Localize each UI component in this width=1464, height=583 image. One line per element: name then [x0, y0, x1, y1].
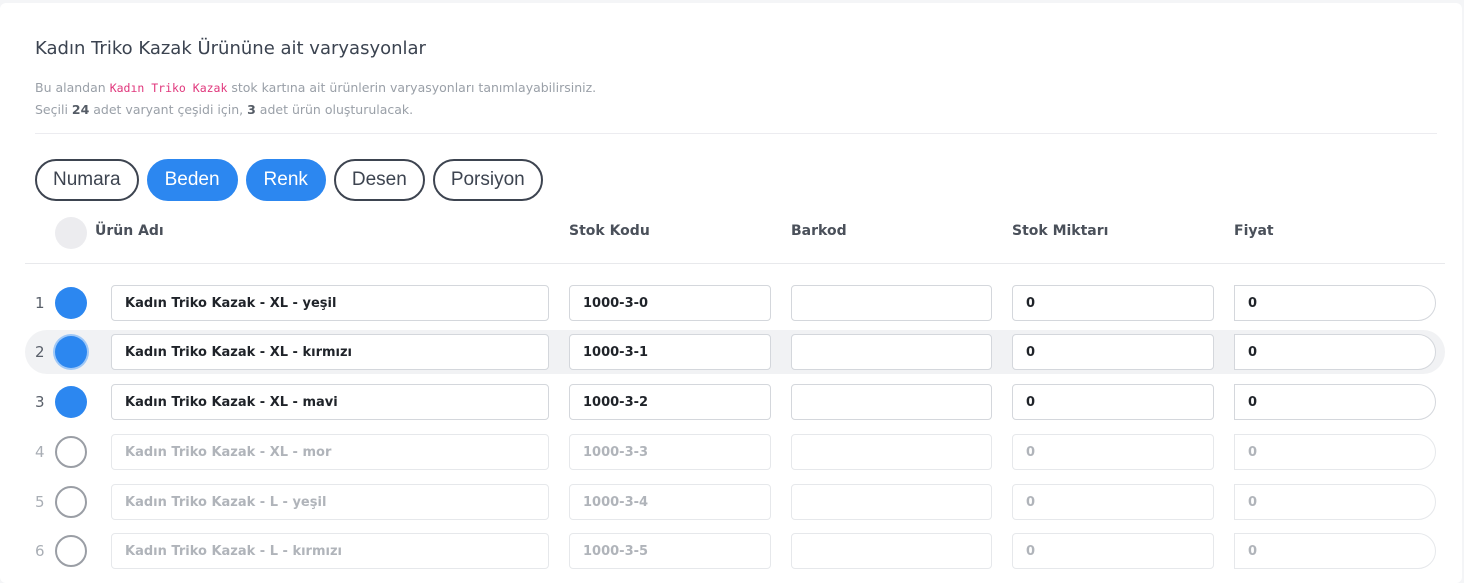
product-name-input[interactable] [111, 384, 549, 420]
column-header-price: Fiyat [1234, 223, 1274, 239]
product-count: 3 [247, 102, 256, 117]
barcode-input[interactable] [791, 334, 992, 370]
product-name-input[interactable] [111, 285, 549, 321]
stock-quantity-input[interactable] [1012, 533, 1214, 569]
desc-text: stok kartına ait ürünlerin varyasyonları… [227, 80, 597, 95]
variant-count: 24 [71, 102, 90, 117]
table-row: 5 [25, 480, 1445, 524]
barcode-input[interactable] [791, 434, 992, 470]
product-name-input[interactable] [111, 434, 549, 470]
row-number: 3 [35, 393, 45, 411]
row-select-toggle[interactable] [55, 336, 87, 368]
filter-chip-renk[interactable]: Renk [245, 159, 326, 201]
price-input[interactable] [1234, 434, 1436, 470]
barcode-input[interactable] [791, 285, 992, 321]
row-select-toggle[interactable] [55, 486, 87, 518]
page-title: Kadın Triko Kazak Ürününe ait varyasyonl… [35, 38, 426, 59]
desc-text: adet varyant çeşidi için, [89, 102, 248, 117]
page-description: Bu alandan Kadın Triko Kazak stok kartın… [35, 77, 596, 120]
sku-input[interactable] [569, 484, 771, 520]
sku-input[interactable] [569, 384, 771, 420]
stock-quantity-input[interactable] [1012, 484, 1214, 520]
desc-text: Bu alandan [35, 80, 110, 95]
filter-chip-desen[interactable]: Desen [333, 159, 425, 201]
price-input[interactable] [1234, 285, 1436, 321]
description-line-2: Seçili 24 adet varyant çeşidi için, 3 ad… [35, 99, 596, 120]
price-input[interactable] [1234, 533, 1436, 569]
sku-input[interactable] [569, 533, 771, 569]
row-select-toggle[interactable] [55, 287, 87, 319]
table-row: 3 [25, 380, 1445, 424]
row-number: 5 [35, 493, 45, 511]
sku-input[interactable] [569, 434, 771, 470]
row-number: 6 [35, 542, 45, 560]
product-name-input[interactable] [111, 484, 549, 520]
table-row: 2 [25, 330, 1445, 374]
table-row: 6 [25, 529, 1445, 573]
price-input[interactable] [1234, 384, 1436, 420]
sku-input[interactable] [569, 285, 771, 321]
desc-text: adet ürün oluşturulacak. [255, 102, 414, 117]
table-row: 1 [25, 281, 1445, 325]
barcode-input[interactable] [791, 533, 992, 569]
row-select-toggle[interactable] [55, 535, 87, 567]
filter-chip-numara[interactable]: Numara [35, 159, 139, 201]
product-name-code: Kadın Triko Kazak [109, 81, 228, 95]
filter-chip-beden[interactable]: Beden [146, 159, 238, 201]
barcode-input[interactable] [791, 384, 992, 420]
row-select-toggle[interactable] [55, 436, 87, 468]
product-name-input[interactable] [111, 533, 549, 569]
sku-input[interactable] [569, 334, 771, 370]
column-header-barcode: Barkod [791, 223, 847, 239]
column-header-sku: Stok Kodu [569, 223, 650, 239]
column-header-name: Ürün Adı [95, 223, 164, 239]
column-header-stock: Stok Miktarı [1012, 223, 1109, 239]
table-row: 4 [25, 430, 1445, 474]
row-number: 4 [35, 443, 45, 461]
stock-quantity-input[interactable] [1012, 334, 1214, 370]
price-input[interactable] [1234, 334, 1436, 370]
desc-text: Seçili [35, 102, 72, 117]
barcode-input[interactable] [791, 484, 992, 520]
filter-chip-porsiyon[interactable]: Porsiyon [432, 159, 543, 201]
row-number: 1 [35, 294, 45, 312]
price-input[interactable] [1234, 484, 1436, 520]
divider [35, 133, 1437, 134]
table-header: Ürün Adı Stok Kodu Barkod Stok Miktarı F… [25, 212, 1445, 264]
stock-quantity-input[interactable] [1012, 384, 1214, 420]
select-all-toggle[interactable] [55, 217, 87, 249]
row-number: 2 [35, 343, 45, 361]
row-select-toggle[interactable] [55, 386, 87, 418]
description-line-1: Bu alandan Kadın Triko Kazak stok kartın… [35, 77, 596, 99]
stock-quantity-input[interactable] [1012, 434, 1214, 470]
product-name-input[interactable] [111, 334, 549, 370]
variant-type-filters: Numara Beden Renk Desen Porsiyon [35, 159, 543, 201]
stock-quantity-input[interactable] [1012, 285, 1214, 321]
